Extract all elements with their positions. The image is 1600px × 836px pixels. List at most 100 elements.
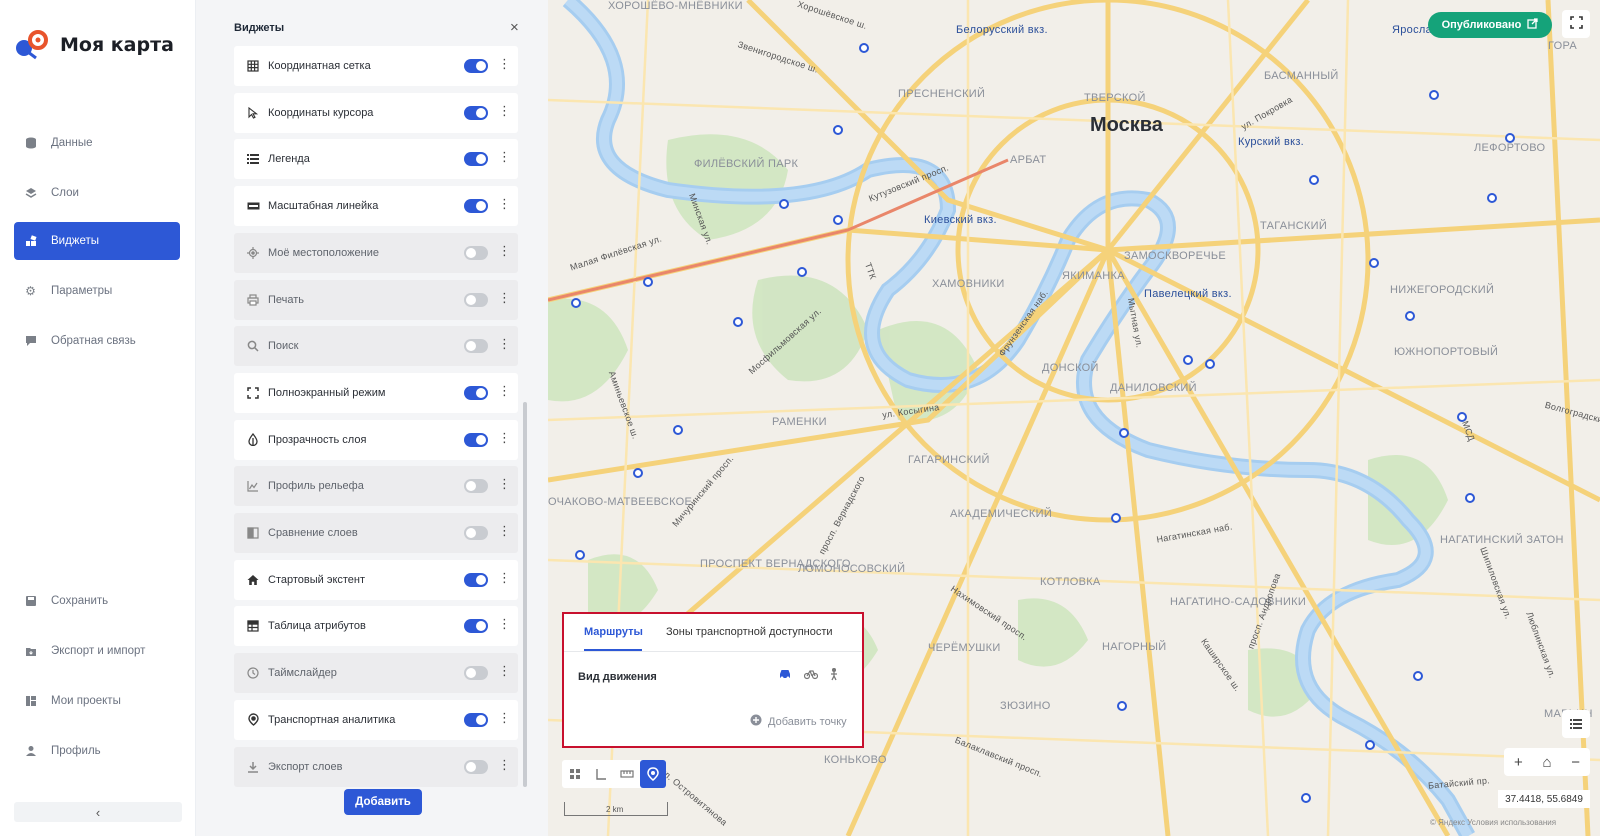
legend-button[interactable] xyxy=(1562,710,1590,738)
more-options-icon[interactable]: ⋮ xyxy=(498,758,511,771)
district-label: ДАНИЛОВСКИЙ xyxy=(1110,382,1197,394)
widget-row[interactable]: Сравнение слоев ⋮ xyxy=(234,513,518,553)
measure-tool-icon[interactable] xyxy=(614,760,640,788)
widget-row[interactable]: Легенда ⋮ xyxy=(234,139,518,180)
widget-toggle[interactable] xyxy=(464,292,488,307)
scrollbar[interactable] xyxy=(523,402,527,787)
more-options-icon[interactable]: ⋮ xyxy=(498,57,511,70)
widget-toggle[interactable] xyxy=(464,385,488,400)
more-options-icon[interactable]: ⋮ xyxy=(498,337,511,350)
widget-row[interactable]: Прозрачность слоя ⋮ xyxy=(234,419,518,460)
more-options-icon[interactable]: ⋮ xyxy=(498,431,511,444)
more-options-icon[interactable]: ⋮ xyxy=(498,664,511,677)
nav-item-layers[interactable]: Слои xyxy=(14,174,180,212)
widget-toggle[interactable] xyxy=(464,199,488,214)
more-options-icon[interactable]: ⋮ xyxy=(498,524,511,537)
widget-row[interactable]: Масштабная линейка ⋮ xyxy=(234,186,518,227)
widget-toggle[interactable] xyxy=(464,759,488,774)
more-options-icon[interactable]: ⋮ xyxy=(498,104,511,117)
grid-tool-icon[interactable] xyxy=(562,760,588,788)
widget-row[interactable]: Таблица атрибутов ⋮ xyxy=(234,606,518,647)
nav-item-profile[interactable]: Профиль xyxy=(14,732,180,770)
nav-item-feedback[interactable]: Обратная связь xyxy=(14,322,180,360)
app-logo[interactable]: Моя карта xyxy=(14,28,174,62)
widget-toggle[interactable] xyxy=(464,526,488,540)
gear-icon: ⚙ xyxy=(25,284,36,298)
widget-row[interactable]: Профиль рельефа ⋮ xyxy=(234,466,518,507)
widget-row[interactable]: Полноэкранный режим ⋮ xyxy=(234,372,518,413)
bike-icon[interactable] xyxy=(803,668,819,683)
station-label: Киевский вкз. xyxy=(924,214,997,226)
zoom-out-button[interactable]: − xyxy=(1561,748,1590,776)
tab-accessibility-zones[interactable]: Зоны транспортной доступности xyxy=(666,626,833,638)
widget-toggle[interactable] xyxy=(464,619,488,634)
nav-item-label: Слои xyxy=(51,187,79,199)
opacity-icon xyxy=(246,433,260,447)
widget-toggle[interactable] xyxy=(464,245,488,260)
widget-toggle[interactable] xyxy=(464,152,488,167)
district-label: ЛЕФОРТОВО xyxy=(1474,142,1546,154)
map-attribution[interactable]: © Яндекс Условия использования xyxy=(1430,818,1556,827)
nav-item-export-import[interactable]: Экспорт и импорт xyxy=(14,632,180,670)
district-label: ФИЛЁВСКИЙ ПАРК xyxy=(694,158,799,170)
district-label: ДОНСКОЙ xyxy=(1042,362,1099,374)
car-icon[interactable] xyxy=(778,668,792,683)
profile-tool-icon[interactable] xyxy=(588,760,614,788)
widget-toggle[interactable] xyxy=(464,339,488,354)
widget-row[interactable]: Моё местоположение ⋮ xyxy=(234,232,518,273)
district-label: ГАГАРИНСКИЙ xyxy=(908,454,990,466)
more-options-icon[interactable]: ⋮ xyxy=(498,571,511,584)
more-options-icon[interactable]: ⋮ xyxy=(498,384,511,397)
nav-item-label: Данные xyxy=(51,137,93,149)
nav-item-settings[interactable]: ⚙ Параметры xyxy=(14,272,180,310)
widget-row[interactable]: Экспорт слоев ⋮ xyxy=(234,746,518,787)
more-options-icon[interactable]: ⋮ xyxy=(498,244,511,257)
widget-toggle[interactable] xyxy=(464,479,488,494)
widget-row[interactable]: Стартовый экстент ⋮ xyxy=(234,559,518,600)
district-label: ТАГАНСКИЙ xyxy=(1260,220,1328,232)
more-options-icon[interactable]: ⋮ xyxy=(498,477,511,490)
widget-toggle[interactable] xyxy=(464,666,488,681)
routing-widget: Маршруты Зоны транспортной доступности В… xyxy=(562,612,864,748)
widget-toggle[interactable] xyxy=(464,59,488,73)
table-icon xyxy=(246,619,260,633)
published-button[interactable]: Опубликовано xyxy=(1428,12,1552,38)
widget-row[interactable]: Печать ⋮ xyxy=(234,279,518,320)
more-options-icon[interactable]: ⋮ xyxy=(498,291,511,304)
home-extent-button[interactable]: ⌂ xyxy=(1533,748,1562,776)
nav-item-projects[interactable]: Мои проекты xyxy=(14,682,180,720)
widget-toggle[interactable] xyxy=(464,572,488,587)
fullscreen-button[interactable] xyxy=(1562,10,1590,38)
route-tool-icon[interactable] xyxy=(640,760,666,788)
nav-item-save[interactable]: Сохранить xyxy=(14,582,180,620)
walk-icon[interactable] xyxy=(829,667,839,684)
widget-label: Печать xyxy=(268,293,305,306)
widget-toggle[interactable] xyxy=(464,105,488,120)
collapse-sidebar-button[interactable]: ‹ xyxy=(14,802,182,822)
district-label: ГОРА xyxy=(1548,40,1578,52)
nav-item-data[interactable]: Данные xyxy=(14,124,180,162)
fullscreen-icon xyxy=(246,386,260,400)
divider xyxy=(564,651,862,652)
close-icon[interactable]: × xyxy=(510,19,519,36)
feedback-icon xyxy=(24,335,37,348)
add-widget-button[interactable]: Добавить xyxy=(344,789,422,815)
city-label: Москва xyxy=(1090,114,1163,136)
more-options-icon[interactable]: ⋮ xyxy=(498,197,511,210)
widget-label: Транспортная аналитика xyxy=(268,713,396,726)
widget-row[interactable]: Таймслайдер ⋮ xyxy=(234,653,518,694)
widget-row[interactable]: Координатная сетка ⋮ xyxy=(234,46,518,86)
more-options-icon[interactable]: ⋮ xyxy=(498,711,511,724)
tab-routes[interactable]: Маршруты xyxy=(584,626,643,638)
widget-row[interactable]: Поиск ⋮ xyxy=(234,326,518,367)
widget-toggle[interactable] xyxy=(464,432,488,447)
more-options-icon[interactable]: ⋮ xyxy=(498,617,511,630)
profile-icon xyxy=(24,745,37,758)
zoom-in-button[interactable]: + xyxy=(1504,748,1533,776)
widget-row[interactable]: Координаты курсора ⋮ xyxy=(234,92,518,133)
widget-row[interactable]: Транспортная аналитика ⋮ xyxy=(234,699,518,740)
add-point-button[interactable]: Добавить точку xyxy=(750,714,847,729)
more-options-icon[interactable]: ⋮ xyxy=(498,150,511,163)
widget-toggle[interactable] xyxy=(464,712,488,727)
nav-item-widgets[interactable]: Виджеты xyxy=(14,222,180,260)
